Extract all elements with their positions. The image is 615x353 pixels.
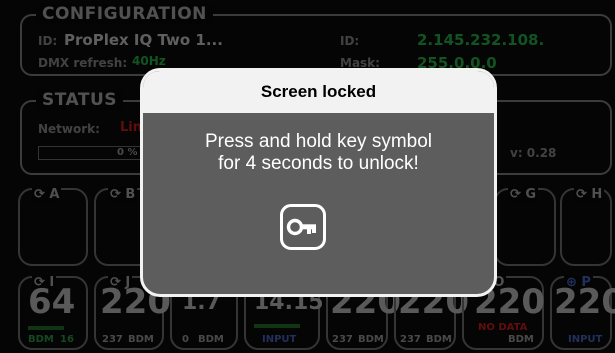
port-p[interactable]: ⊕ P 220 INPUT xyxy=(550,275,615,350)
port-i-level-bar xyxy=(28,326,64,330)
port-o-tag: BDM xyxy=(508,334,534,345)
port-h[interactable]: ⟳ H xyxy=(560,187,612,266)
port-k-sub: 0 xyxy=(182,334,189,345)
configuration-title: CONFIGURATION xyxy=(36,4,213,24)
port-i-tag: BDM xyxy=(28,334,54,345)
port-a-label: ⟳ A xyxy=(32,187,62,202)
port-o-sub: NO DATA xyxy=(478,322,528,333)
port-l-level-bar xyxy=(254,324,300,328)
network-value: Lin xyxy=(120,120,142,135)
dialog-message-line2: for 4 seconds to unlock! xyxy=(218,153,419,174)
port-m-tag: BDM xyxy=(358,334,384,345)
status-progress-bar: 0 % xyxy=(38,146,150,160)
dialog-title: Screen locked xyxy=(260,82,377,101)
unlock-key-button[interactable] xyxy=(280,204,326,250)
network-label: Network: xyxy=(38,122,100,136)
port-p-value: 220 xyxy=(554,282,615,322)
port-i-value: 64 xyxy=(28,282,76,322)
port-a[interactable]: ⟳ A xyxy=(18,187,88,266)
configuration-panel: CONFIGURATION ID: ProPlex IQ Two 1... DM… xyxy=(20,4,612,76)
status-title: STATUS xyxy=(36,90,124,110)
port-j-sub: 237 xyxy=(102,334,123,345)
progress-text: 0 % xyxy=(117,147,138,158)
port-g-label: ⟳ G xyxy=(508,187,539,202)
port-i[interactable]: ⟳ I 64 BDM 16 xyxy=(18,275,88,350)
ip-label: ID: xyxy=(340,34,360,48)
dmx-refresh-label: DMX refresh: xyxy=(38,56,128,70)
port-l-sub: INPUT xyxy=(262,334,297,345)
dialog-message-line1: Press and hold key symbol xyxy=(204,131,433,152)
port-b-label: ⟳ B xyxy=(108,187,138,202)
status-side-value: v: 0.28 xyxy=(510,146,557,160)
port-k-tag: BDM xyxy=(198,334,224,345)
port-m-sub: 237 xyxy=(332,334,353,345)
port-g[interactable]: ⟳ G xyxy=(494,187,556,266)
config-id-label: ID: xyxy=(38,34,58,48)
port-i-sub: 16 xyxy=(60,334,74,345)
screen-locked-dialog: Screen locked Press and hold key symbol … xyxy=(140,68,497,297)
port-j-tag: BDM xyxy=(128,334,154,345)
dmx-refresh-value: 40Hz xyxy=(132,54,166,68)
port-n-tag: BDM xyxy=(426,334,452,345)
port-n-sub: 237 xyxy=(400,334,421,345)
port-p-sub: INPUT xyxy=(568,334,603,345)
port-h-label: ⟳ H xyxy=(574,187,605,202)
device-name: ProPlex IQ Two 1... xyxy=(64,31,223,49)
dialog-message: Press and hold key symbol for 4 seconds … xyxy=(143,131,494,175)
key-icon xyxy=(286,218,316,236)
dialog-header: Screen locked xyxy=(143,71,494,113)
ip-value: 2.145.232.108. xyxy=(417,31,545,49)
